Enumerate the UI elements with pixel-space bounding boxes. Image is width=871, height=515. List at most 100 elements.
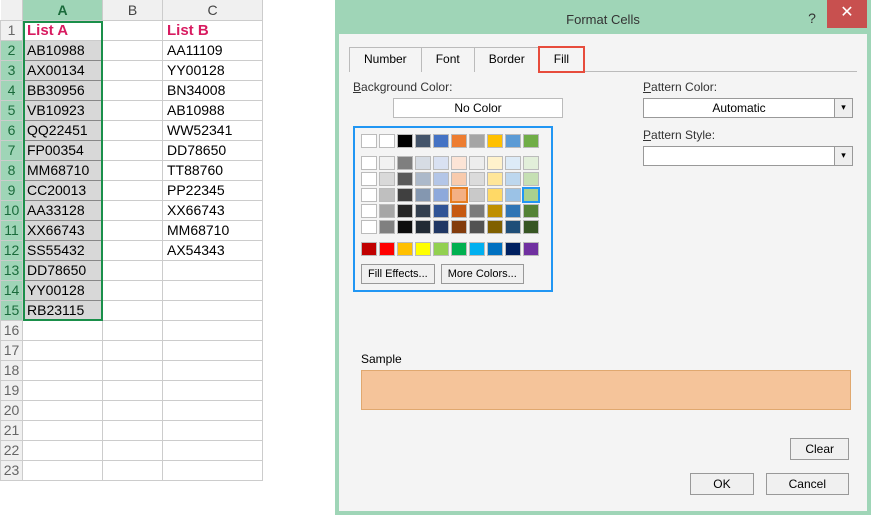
color-swatch[interactable]: [433, 204, 449, 218]
cell-C20[interactable]: [163, 400, 263, 420]
cell-B17[interactable]: [103, 340, 163, 360]
color-swatch[interactable]: [379, 204, 395, 218]
cell-B8[interactable]: [103, 160, 163, 180]
color-swatch[interactable]: [487, 242, 503, 256]
color-swatch[interactable]: [469, 172, 485, 186]
row-header-16[interactable]: 16: [1, 320, 23, 340]
cell-C4[interactable]: BN34008: [163, 80, 263, 100]
row-header-6[interactable]: 6: [1, 120, 23, 140]
cell-B9[interactable]: [103, 180, 163, 200]
row-header-21[interactable]: 21: [1, 420, 23, 440]
row-header-14[interactable]: 14: [1, 280, 23, 300]
cell-C3[interactable]: YY00128: [163, 60, 263, 80]
color-swatch[interactable]: [469, 220, 485, 234]
color-swatch[interactable]: [397, 204, 413, 218]
row-header-9[interactable]: 9: [1, 180, 23, 200]
tab-font[interactable]: Font: [421, 47, 475, 72]
row-header-19[interactable]: 19: [1, 380, 23, 400]
column-header-C[interactable]: C: [163, 0, 263, 20]
cell-A7[interactable]: FP00354: [23, 140, 103, 160]
pattern-style-combo[interactable]: ▾: [643, 146, 853, 166]
cell-B7[interactable]: [103, 140, 163, 160]
cell-B13[interactable]: [103, 260, 163, 280]
cell-B1[interactable]: [103, 20, 163, 40]
cell-C22[interactable]: [163, 440, 263, 460]
color-swatch[interactable]: [505, 204, 521, 218]
cell-C16[interactable]: [163, 320, 263, 340]
color-swatch[interactable]: [415, 156, 431, 170]
column-header-A[interactable]: A: [23, 0, 103, 20]
row-header-17[interactable]: 17: [1, 340, 23, 360]
color-swatch[interactable]: [469, 242, 485, 256]
cell-A23[interactable]: [23, 460, 103, 480]
color-swatch[interactable]: [451, 242, 467, 256]
color-swatch[interactable]: [451, 204, 467, 218]
cell-A12[interactable]: SS55432: [23, 240, 103, 260]
color-swatch[interactable]: [451, 134, 467, 148]
row-header-22[interactable]: 22: [1, 440, 23, 460]
cell-B11[interactable]: [103, 220, 163, 240]
color-swatch[interactable]: [523, 204, 539, 218]
tab-fill[interactable]: Fill: [539, 47, 584, 72]
fill-effects-button[interactable]: Fill Effects...: [361, 264, 435, 284]
color-swatch[interactable]: [487, 134, 503, 148]
cell-A2[interactable]: AB10988: [23, 40, 103, 60]
color-swatch[interactable]: [361, 172, 377, 186]
color-swatch[interactable]: [379, 220, 395, 234]
row-header-2[interactable]: 2: [1, 40, 23, 60]
cell-B23[interactable]: [103, 460, 163, 480]
cell-C15[interactable]: [163, 300, 263, 320]
color-swatch[interactable]: [379, 156, 395, 170]
color-swatch[interactable]: [451, 172, 467, 186]
cell-C9[interactable]: PP22345: [163, 180, 263, 200]
color-swatch[interactable]: [379, 172, 395, 186]
cell-C10[interactable]: XX66743: [163, 200, 263, 220]
color-swatch[interactable]: [523, 156, 539, 170]
row-header-3[interactable]: 3: [1, 60, 23, 80]
cell-C17[interactable]: [163, 340, 263, 360]
cell-C23[interactable]: [163, 460, 263, 480]
cell-C18[interactable]: [163, 360, 263, 380]
color-swatch[interactable]: [505, 220, 521, 234]
cell-B16[interactable]: [103, 320, 163, 340]
color-swatch[interactable]: [415, 242, 431, 256]
cell-C21[interactable]: [163, 420, 263, 440]
color-swatch[interactable]: [487, 172, 503, 186]
close-button[interactable]: ✕: [827, 0, 867, 28]
cell-A20[interactable]: [23, 400, 103, 420]
row-header-4[interactable]: 4: [1, 80, 23, 100]
color-swatch[interactable]: [397, 156, 413, 170]
color-swatch[interactable]: [415, 188, 431, 202]
cell-C2[interactable]: AA11109: [163, 40, 263, 60]
cell-C19[interactable]: [163, 380, 263, 400]
cell-C13[interactable]: [163, 260, 263, 280]
cell-C1[interactable]: List B: [163, 20, 263, 40]
cell-B2[interactable]: [103, 40, 163, 60]
color-swatch[interactable]: [505, 156, 521, 170]
color-swatch[interactable]: [433, 242, 449, 256]
cell-A18[interactable]: [23, 360, 103, 380]
help-button[interactable]: ?: [797, 4, 827, 34]
cell-B12[interactable]: [103, 240, 163, 260]
color-swatch[interactable]: [433, 134, 449, 148]
cell-A15[interactable]: RB23115: [23, 300, 103, 320]
clear-button[interactable]: Clear: [790, 438, 849, 460]
row-header-23[interactable]: 23: [1, 460, 23, 480]
cell-A19[interactable]: [23, 380, 103, 400]
row-header-7[interactable]: 7: [1, 140, 23, 160]
cell-B6[interactable]: [103, 120, 163, 140]
cell-B4[interactable]: [103, 80, 163, 100]
cell-A9[interactable]: CC20013: [23, 180, 103, 200]
color-swatch[interactable]: [361, 134, 377, 148]
color-swatch[interactable]: [469, 204, 485, 218]
color-swatch[interactable]: [415, 220, 431, 234]
cell-B22[interactable]: [103, 440, 163, 460]
column-header-B[interactable]: B: [103, 0, 163, 20]
color-swatch[interactable]: [451, 156, 467, 170]
row-header-5[interactable]: 5: [1, 100, 23, 120]
no-color-button[interactable]: No Color: [393, 98, 563, 118]
cell-A3[interactable]: AX00134: [23, 60, 103, 80]
color-swatch[interactable]: [361, 204, 377, 218]
color-swatch[interactable]: [361, 220, 377, 234]
cell-A4[interactable]: BB30956: [23, 80, 103, 100]
